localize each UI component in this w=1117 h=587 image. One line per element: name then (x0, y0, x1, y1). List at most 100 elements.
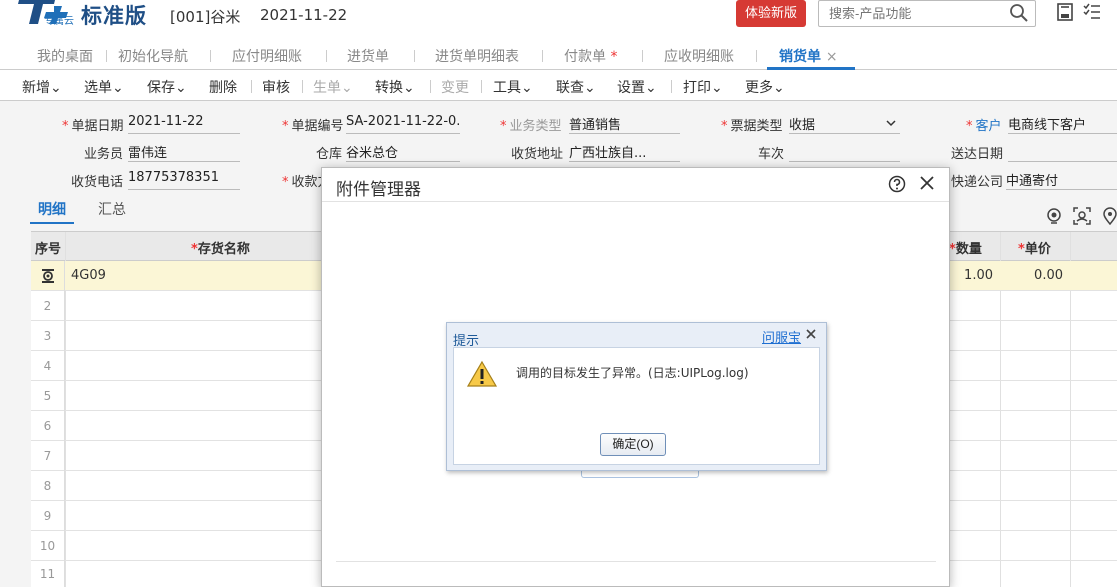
unsaved-star: * (610, 49, 618, 65)
alert-message: 调用的目标发生了异常。(日志:UIPLog.log) (516, 366, 749, 380)
chevron-down-icon (886, 120, 896, 127)
required-mark: * (282, 119, 289, 134)
tab-sales-order[interactable]: 销货单 × (779, 46, 838, 66)
chevron-down-icon: ⌄ (403, 80, 415, 96)
required-mark: * (191, 242, 198, 257)
col-qty-header: *数量 (949, 238, 982, 257)
new-menu-button[interactable]: 新增⌄ (22, 77, 62, 97)
settings-label: 设置 (617, 80, 645, 96)
phone-label: 收货电话 (71, 175, 124, 190)
query-menu-button[interactable]: 联查⌄ (556, 77, 596, 97)
convert-menu-button[interactable]: 转换⌄ (375, 77, 415, 97)
tab-sales-order-label: 销货单 (779, 49, 821, 65)
toolbar-divider (430, 80, 431, 93)
toolbar-divider (671, 80, 672, 93)
customer-field[interactable]: 电商线下客户 (1008, 114, 1117, 134)
gear-icon[interactable] (40, 268, 56, 284)
row-item-name[interactable]: 4G09 (71, 268, 106, 283)
warning-icon (466, 360, 498, 387)
row-settings-cell[interactable] (31, 261, 65, 291)
print-label: 打印 (683, 80, 711, 96)
more-menu-button[interactable]: 更多⌄ (745, 77, 785, 97)
audit-button[interactable]: 审核 (262, 77, 290, 97)
subtab-summary[interactable]: 汇总 (98, 199, 126, 219)
col-name-text: 存货名称 (197, 242, 250, 257)
ok-button[interactable]: 确定(O) (600, 433, 666, 456)
delivery-date-field[interactable] (1008, 142, 1117, 162)
delete-button[interactable]: 删除 (209, 77, 237, 97)
chevron-down-icon: ⌄ (175, 80, 187, 96)
doc-no-label: * 单据编号 (282, 115, 344, 134)
more-label: 更多 (745, 80, 773, 96)
tab-init-guide[interactable]: 初始化导航 (118, 46, 188, 66)
tab-divider (210, 50, 211, 62)
row-number: 8 (31, 471, 65, 501)
salesman-field[interactable]: 雷伟连 (128, 142, 240, 162)
generate-label: 生单 (313, 80, 341, 96)
doc-date-field[interactable]: 2021-11-22 (128, 114, 240, 134)
scan-icon[interactable] (1073, 207, 1091, 225)
tab-payable-ledger[interactable]: 应付明细账 (232, 46, 302, 66)
app-header: 专属云 标准版 [001]谷米 2021-11-22 体验新版 (0, 0, 1117, 34)
search-box (818, 0, 1036, 27)
tab-divider (642, 50, 643, 62)
required-mark: * (966, 119, 973, 134)
address-field[interactable]: 广西壮族自... (569, 142, 680, 162)
error-alert-dialog: 提示 问服宝 调用的目标发生了异常。(日志:UIPLog.log) 确定(O) (446, 322, 827, 471)
vehicle-field[interactable] (789, 142, 900, 162)
toolbar-divider (251, 80, 252, 93)
chevron-down-icon: ⌄ (711, 80, 723, 96)
change-button[interactable]: 变更 (441, 77, 469, 97)
save-menu-button[interactable]: 保存⌄ (147, 77, 187, 97)
tab-purchase-order[interactable]: 进货单 (347, 46, 389, 66)
tab-receivable-ledger[interactable]: 应收明细账 (664, 46, 734, 66)
save-label: 保存 (147, 80, 175, 96)
search-icon[interactable] (1009, 3, 1029, 23)
page-tabs: 我的桌面 初始化导航 应付明细账 进货单 进货单明细表 付款单 * 应收明细账 … (0, 40, 1117, 70)
ticket-type-select[interactable]: 收据 (789, 114, 900, 134)
toolbar-divider (481, 80, 482, 93)
tab-close-icon[interactable]: × (826, 49, 838, 65)
phone-field[interactable]: 18775378351 (128, 170, 240, 190)
doc-date-label: * 单据日期 (62, 115, 124, 134)
biz-type-field[interactable]: 普通销售 (569, 114, 680, 134)
tab-divider (414, 50, 415, 62)
express-field[interactable]: 中通寄付 (1006, 170, 1117, 190)
tab-purchase-detail[interactable]: 进货单明细表 (435, 46, 519, 66)
trial-new-version-button[interactable]: 体验新版 (736, 0, 806, 27)
row-number: 9 (31, 501, 65, 531)
warehouse-field[interactable]: 谷米总仓 (346, 142, 460, 162)
tab-payment-label: 付款单 (564, 49, 606, 65)
dialog-divider (336, 561, 936, 562)
vehicle-label: 车次 (758, 147, 785, 162)
logo-subtitle: 专属云 (44, 16, 74, 27)
company-label[interactable]: [001]谷米 (170, 6, 240, 27)
task-list-icon[interactable] (1082, 2, 1102, 22)
location-pin-icon[interactable] (1101, 207, 1117, 225)
close-icon[interactable] (804, 327, 818, 341)
bulb-icon[interactable] (1045, 207, 1063, 225)
help-icon[interactable] (888, 175, 906, 193)
ticket-type-label: * 票据类型 (721, 115, 783, 134)
search-input[interactable] (819, 1, 999, 26)
save-disk-icon[interactable] (1055, 2, 1075, 22)
col-qty-text: 数量 (955, 242, 982, 257)
customer-label-text[interactable]: 客户 (976, 119, 1002, 134)
tab-payment[interactable]: 付款单 * (564, 46, 617, 66)
tools-menu-button[interactable]: 工具⌄ (493, 77, 533, 97)
select-menu-button[interactable]: 选单⌄ (84, 77, 124, 97)
close-icon[interactable] (918, 174, 936, 192)
salesman-label: 业务员 (84, 147, 124, 162)
settings-menu-button[interactable]: 设置⌄ (617, 77, 657, 97)
help-link[interactable]: 问服宝 (762, 327, 801, 346)
print-menu-button[interactable]: 打印⌄ (683, 77, 723, 97)
required-mark: * (282, 175, 289, 190)
tab-divider (542, 50, 543, 62)
doc-no-field[interactable]: SA-2021-11-22-0... (346, 114, 460, 134)
tab-desktop[interactable]: 我的桌面 (37, 46, 93, 66)
active-tab-indicator (767, 67, 855, 70)
tab-divider (756, 50, 757, 62)
subtab-detail[interactable]: 明细 (38, 199, 66, 219)
generate-menu-button[interactable]: 生单⌄ (313, 77, 353, 97)
row-price[interactable]: 0.00 (1001, 268, 1063, 283)
